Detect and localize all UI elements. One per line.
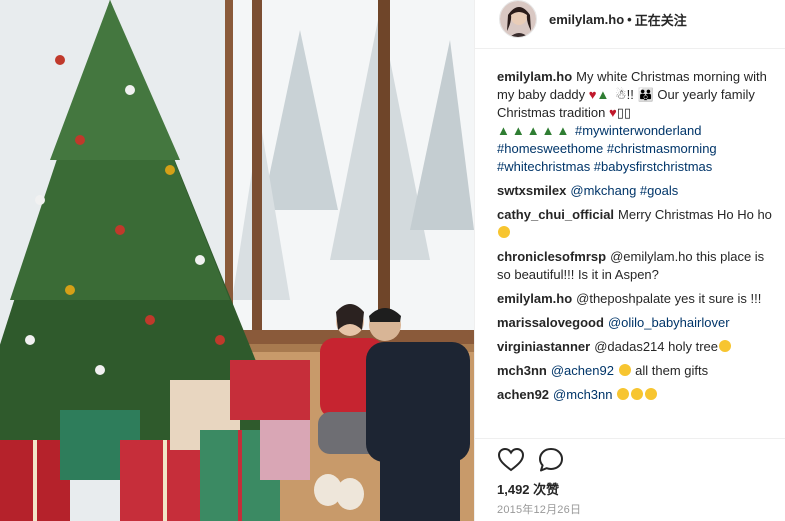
- avatar[interactable]: [499, 0, 537, 38]
- laughing-emoji-icon: [645, 388, 658, 400]
- list-item: emilylam.ho @theposhpalate yes it sure is…: [497, 290, 775, 308]
- post-sidebar: emilylam.ho • 正在关注 emilylam.ho My white C…: [474, 0, 785, 521]
- comment-text: @theposhpalate yes it sure is !!!: [576, 291, 762, 306]
- likes-count[interactable]: 1,492 次赞: [497, 479, 559, 498]
- avatar-image: [500, 1, 536, 37]
- likes-number: 1,492: [497, 482, 530, 497]
- caption-text-b: !!: [626, 87, 638, 102]
- comment-username[interactable]: virginiastanner: [497, 339, 590, 354]
- header-divider: [475, 48, 785, 49]
- laughing-emoji-icon: [631, 388, 644, 400]
- list-item: cathy_chui_official Merry Christmas Ho Ho…: [497, 206, 775, 242]
- heart-outline-icon[interactable]: [497, 446, 525, 474]
- comment-text: Merry Christmas Ho Ho ho: [618, 207, 772, 222]
- family-icon: 👪: [637, 87, 654, 102]
- christmas-tree-icon: ▲: [596, 87, 612, 102]
- comment-username[interactable]: swtxsmilex: [497, 183, 566, 198]
- comment-bubble-icon[interactable]: [537, 446, 565, 474]
- comment-mention[interactable]: @achen92: [551, 363, 614, 378]
- actions-divider: [475, 438, 785, 439]
- comment-username[interactable]: marissalovegood: [497, 315, 604, 330]
- caption: emilylam.ho My white Christmas morning wi…: [497, 68, 775, 176]
- comment-username[interactable]: emilylam.ho: [497, 291, 572, 306]
- surprised-emoji-icon: [718, 340, 731, 352]
- header-user-line: emilylam.ho • 正在关注: [549, 10, 687, 29]
- comment-text[interactable]: @olilo_babyhairlover: [608, 315, 730, 330]
- list-item: swtxsmilex @mkchang #goals: [497, 182, 775, 200]
- comment-text: @dadas214 holy tree: [594, 339, 718, 354]
- follow-status-button[interactable]: 正在关注: [635, 10, 687, 29]
- comment-username[interactable]: mch3nn: [497, 363, 547, 378]
- red-heart-icon-2: ♥: [609, 105, 617, 120]
- list-item: virginiastanner @dadas214 holy tree: [497, 338, 775, 356]
- header-username[interactable]: emilylam.ho: [549, 12, 624, 27]
- grin-emoji-icon: [498, 226, 510, 238]
- snowman-icon: ☃: [615, 87, 627, 102]
- comment-username[interactable]: chroniclesofmrsp: [497, 249, 606, 264]
- list-item: achen92 @mch3nn: [497, 386, 775, 404]
- header-separator: •: [627, 11, 632, 27]
- surprised-emoji-icon: [618, 364, 631, 376]
- comment-username[interactable]: achen92: [497, 387, 549, 402]
- post-photo[interactable]: [0, 0, 474, 521]
- comment-username[interactable]: cathy_chui_official: [497, 207, 614, 222]
- list-item: mch3nn @achen92 all them gifts: [497, 362, 775, 380]
- post-actions: [497, 446, 577, 474]
- comment-text[interactable]: @mch3nn: [553, 387, 612, 402]
- likes-label: 次赞: [533, 482, 560, 497]
- post-date[interactable]: 2015年12月26日: [497, 501, 581, 517]
- caption-username[interactable]: emilylam.ho: [497, 69, 572, 84]
- red-heart-icon: ♥: [588, 87, 597, 102]
- comments-list[interactable]: emilylam.ho My white Christmas morning wi…: [497, 68, 775, 438]
- christmas-photo-illustration: [0, 0, 474, 521]
- list-item: chroniclesofmrsp @emilylam.ho this place …: [497, 248, 775, 284]
- post-header: emilylam.ho • 正在关注: [475, 0, 785, 38]
- gift-icons: ▯▯: [616, 105, 632, 120]
- laughing-emoji-icon: [617, 388, 630, 400]
- comment-text[interactable]: @mkchang #goals: [570, 183, 678, 198]
- comment-text: all them gifts: [635, 363, 709, 378]
- list-item: marissalovegood @olilo_babyhairlover: [497, 314, 775, 332]
- christmas-tree-row-icon: ▲▲▲▲▲: [497, 123, 572, 138]
